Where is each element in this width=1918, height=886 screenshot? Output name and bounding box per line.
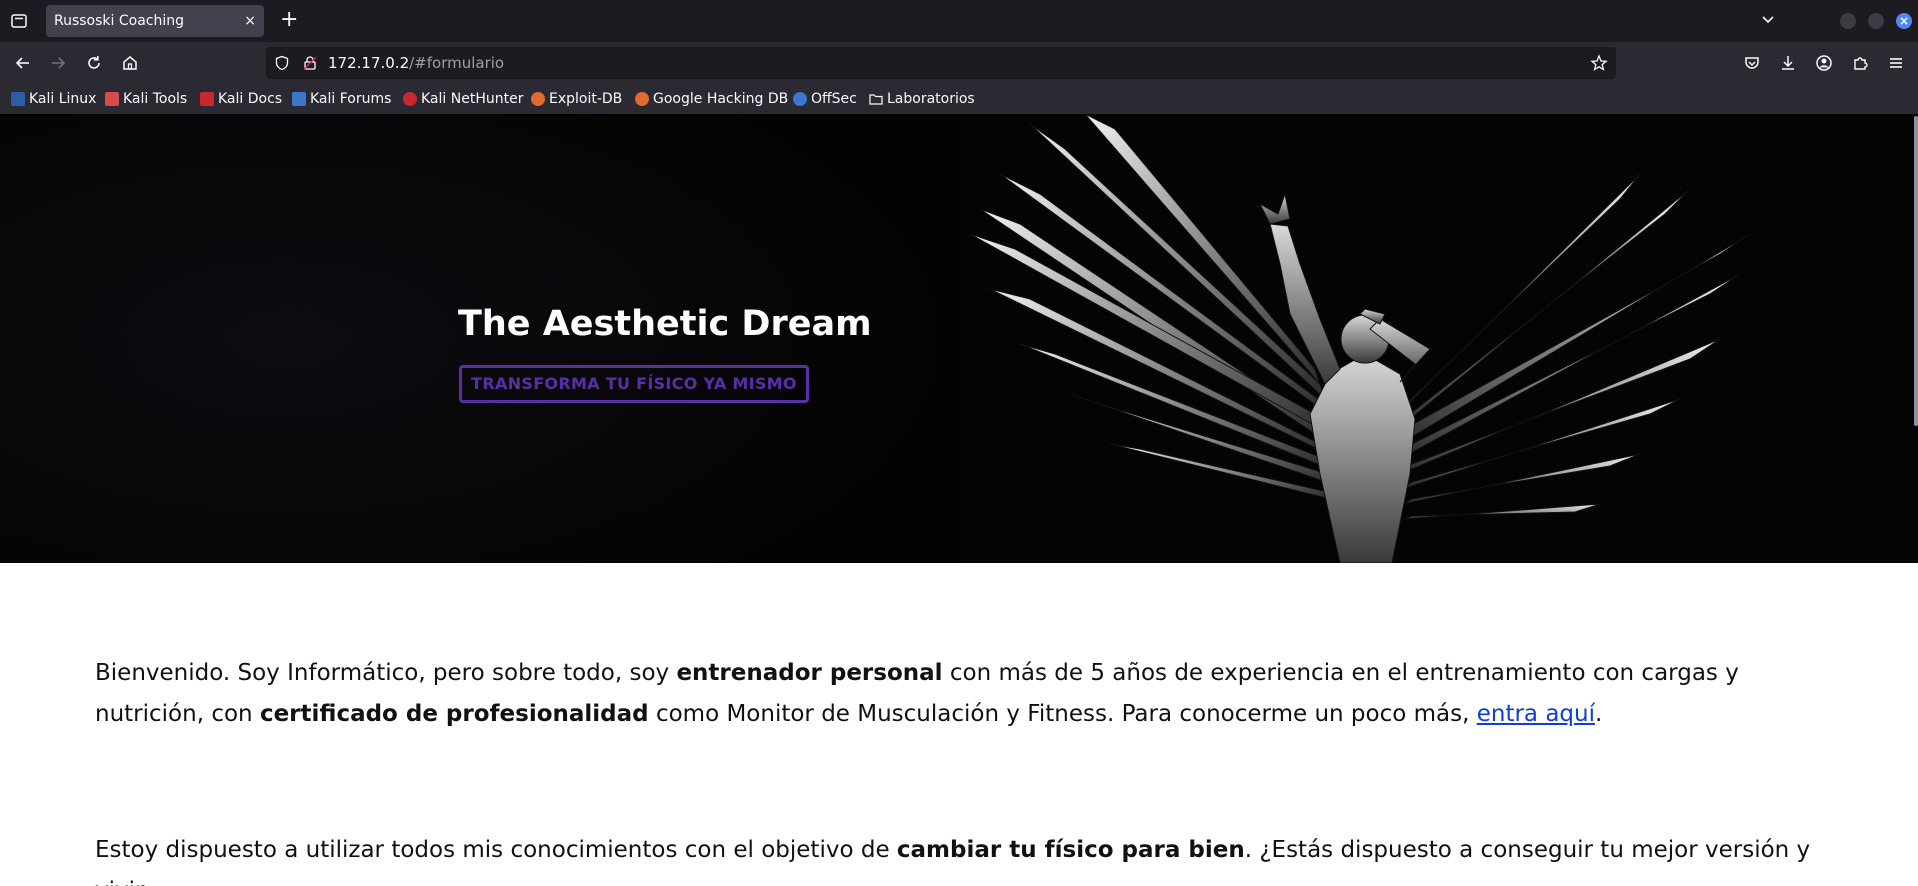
pocket-icon[interactable] (1742, 53, 1762, 73)
bookmark-folder-laboratorios[interactable]: Laboratorios (867, 89, 975, 109)
google-hacking-db-icon (635, 92, 649, 106)
tab-title: Russoski Coaching (54, 13, 185, 29)
bookmark-google-hacking-db[interactable]: Google Hacking DB (633, 89, 788, 109)
intro-paragraph: Bienvenido. Soy Informático, pero sobre … (95, 653, 1835, 735)
bookmark-label: Kali Docs (218, 91, 283, 107)
maximize-button[interactable] (1868, 13, 1884, 29)
bookmark-label: Kali Forums (310, 91, 392, 107)
kali-docs-icon (200, 92, 214, 106)
tab-bar: Russoski Coaching × + × (0, 0, 1918, 42)
offer-bold-1: cambiar tu físico para bien (896, 837, 1245, 863)
chevron-down-icon[interactable] (1760, 12, 1776, 28)
new-tab-button[interactable]: + (280, 8, 298, 32)
angel-wings-figure-image (969, 114, 1751, 563)
menu-icon[interactable] (1886, 53, 1906, 73)
shield-icon[interactable] (274, 55, 290, 71)
bookmark-label: Kali Linux (29, 91, 97, 107)
intro-text-1: Bienvenido. Soy Informático, pero sobre … (95, 660, 677, 686)
offer-text-1: Estoy dispuesto a utilizar todos mis con… (95, 837, 897, 863)
kali-tools-icon (105, 92, 119, 106)
bookmarks-bar: Kali Linux Kali Tools Kali Docs Kali For… (0, 84, 1918, 114)
url-host: 172.17.0.2 (328, 54, 410, 72)
intro-bold-2: certificado de profesionalidad (259, 701, 649, 727)
navigation-bar: 172.17.0.2/#formulario (0, 42, 1918, 84)
offer-paragraph: Estoy dispuesto a utilizar todos mis con… (95, 830, 1835, 886)
bookmark-exploit-db[interactable]: Exploit-DB (529, 89, 622, 109)
folder-icon (869, 94, 883, 105)
bookmark-star-icon[interactable] (1590, 54, 1608, 72)
back-icon[interactable] (13, 53, 33, 73)
about-me-link[interactable]: entra aquí (1477, 701, 1595, 727)
bookmark-kali-tools[interactable]: Kali Tools (103, 89, 187, 109)
intro-text-3: como Monitor de Musculación y Fitness. P… (648, 701, 1477, 727)
transform-physique-button[interactable]: TRANSFORMA TU FÍSICO YA MISMO (459, 365, 809, 403)
bookmark-label: Laboratorios (887, 91, 975, 107)
url-bar[interactable]: 172.17.0.2/#formulario (266, 47, 1616, 79)
download-icon[interactable] (1778, 53, 1798, 73)
url-text[interactable]: 172.17.0.2/#formulario (328, 47, 504, 79)
bookmark-kali-docs[interactable]: Kali Docs (198, 89, 282, 109)
bookmark-label: Google Hacking DB (653, 91, 789, 107)
forward-icon[interactable] (48, 53, 68, 73)
kali-linux-icon (11, 92, 25, 106)
home-icon[interactable] (120, 53, 140, 73)
bookmark-kali-linux[interactable]: Kali Linux (9, 89, 96, 109)
intro-period: . (1595, 701, 1603, 727)
url-path: /#formulario (409, 54, 505, 72)
exploit-db-icon (531, 92, 545, 106)
offsec-icon (793, 92, 807, 106)
tab-active[interactable]: Russoski Coaching × (46, 5, 264, 37)
account-icon[interactable] (1814, 53, 1834, 73)
intro-bold-1: entrenador personal (676, 660, 943, 686)
kali-nethunter-icon (403, 92, 417, 106)
bookmark-label: Exploit-DB (549, 91, 623, 107)
minimize-button[interactable] (1840, 13, 1856, 29)
bookmark-kali-forums[interactable]: Kali Forums (290, 89, 391, 109)
bookmark-kali-nethunter[interactable]: Kali NetHunter (401, 89, 523, 109)
hero-banner: The Aesthetic Dream TRANSFORMA TU FÍSICO… (0, 114, 1918, 563)
web-page: The Aesthetic Dream TRANSFORMA TU FÍSICO… (0, 114, 1918, 886)
bookmark-label: Kali Tools (123, 91, 188, 107)
lock-insecure-icon[interactable] (302, 55, 318, 71)
tab-close-icon[interactable]: × (244, 5, 256, 37)
hero-title: The Aesthetic Dream (458, 304, 872, 344)
bookmark-offsec[interactable]: OffSec (791, 89, 857, 109)
kali-forums-icon (292, 92, 306, 106)
scrollbar-thumb[interactable] (1914, 116, 1918, 426)
bookmark-label: OffSec (811, 91, 857, 107)
reload-icon[interactable] (84, 53, 104, 73)
bookmark-label: Kali NetHunter (421, 91, 524, 107)
extensions-icon[interactable] (1850, 53, 1870, 73)
close-window-button[interactable]: × (1896, 13, 1912, 29)
tab-list-icon[interactable] (10, 12, 28, 30)
